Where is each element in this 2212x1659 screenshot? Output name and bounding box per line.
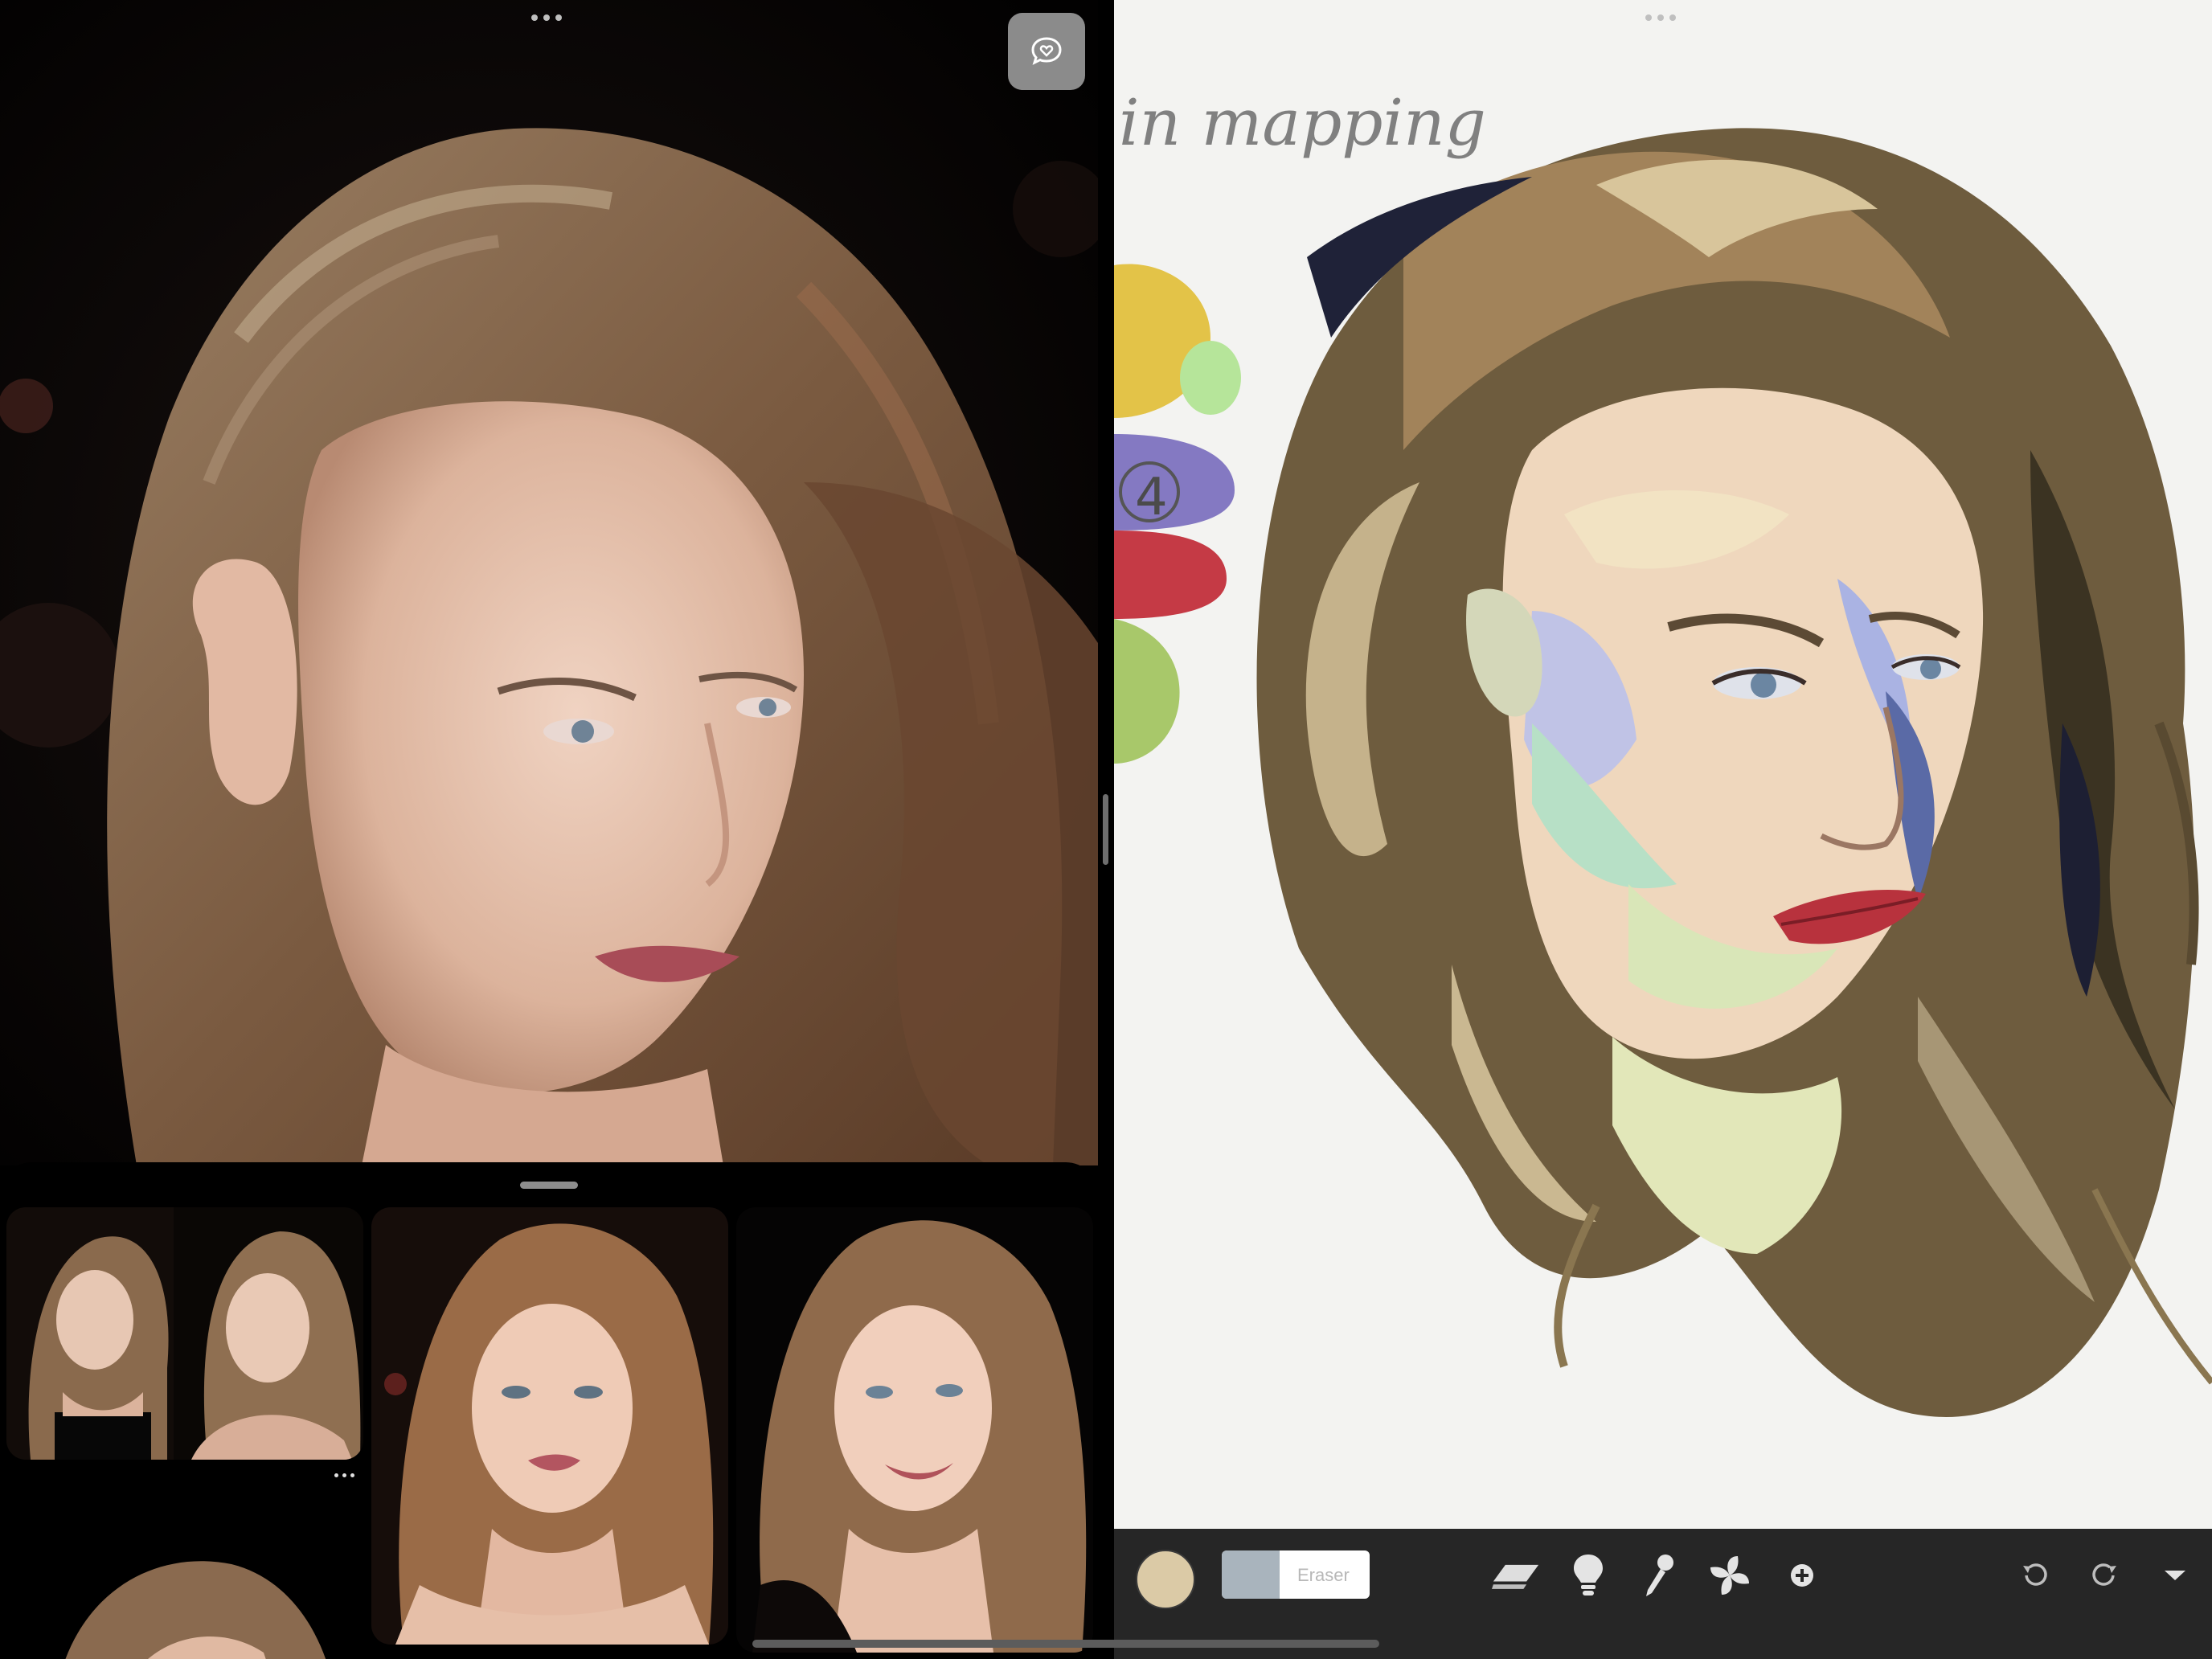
painting-artwork: 4 in mapping [1114,0,2212,1529]
drawing-canvas[interactable]: 4 in mapping [1114,0,2212,1529]
thumb-portrait-front[interactable] [371,1207,728,1645]
home-indicator[interactable] [752,1640,1379,1648]
lightbulb-icon [1574,1555,1603,1596]
undo-icon [2023,1563,2047,1586]
add-button[interactable] [1778,1551,1826,1600]
thumb-portrait-smile[interactable] [736,1207,1093,1653]
dropdown-caret-icon [2165,1571,2185,1580]
thumb-hair-partial-image [6,1500,363,1659]
layers-icon [1492,1564,1539,1589]
layers-button[interactable] [1492,1551,1540,1600]
add-icon [1791,1564,1813,1587]
eyedropper-icon [1646,1555,1673,1596]
painting-app-pane: 4 in mapping Eraser [1114,0,2212,1659]
redo-button[interactable] [2081,1551,2129,1600]
eyedropper-button[interactable] [1635,1551,1683,1600]
thumb-portrait-front-image [371,1207,728,1645]
thumb-collage[interactable] [6,1207,363,1460]
split-view-handle[interactable] [1103,794,1108,865]
lighting-button[interactable] [1564,1551,1612,1600]
blend-button[interactable] [1706,1551,1754,1600]
undo-button[interactable] [2010,1551,2058,1600]
photos-sheet[interactable] [0,1162,1098,1659]
canvas-handwriting: in mapping [1119,85,1486,160]
brush-preview-swatch [1222,1550,1280,1599]
thumb-collage-image [6,1207,363,1460]
toolbar-collapse-button[interactable] [2151,1551,2199,1600]
reference-portrait-image [0,0,1098,1165]
sheet-grabber[interactable] [520,1182,578,1189]
reference-photo[interactable] [0,0,1098,1165]
thumbnail-more-button[interactable] [334,1473,354,1477]
pinwheel-icon [1710,1556,1749,1595]
multitasking-menu-dots[interactable] [1645,14,1676,21]
color-picker-swatch[interactable] [1136,1550,1195,1609]
multitasking-menu-dots[interactable] [531,14,562,21]
brush-selector[interactable]: Eraser [1222,1550,1370,1599]
reference-pane [0,0,1098,1659]
brush-label: Eraser [1297,1565,1350,1585]
thumb-hair-partial[interactable] [6,1500,363,1659]
moments-button[interactable] [1008,13,1085,90]
study-number-4: 4 [1135,468,1168,527]
thumb-portrait-smile-image [736,1207,1093,1653]
redo-icon [2092,1563,2116,1586]
heart-bubble-icon [1031,37,1062,65]
